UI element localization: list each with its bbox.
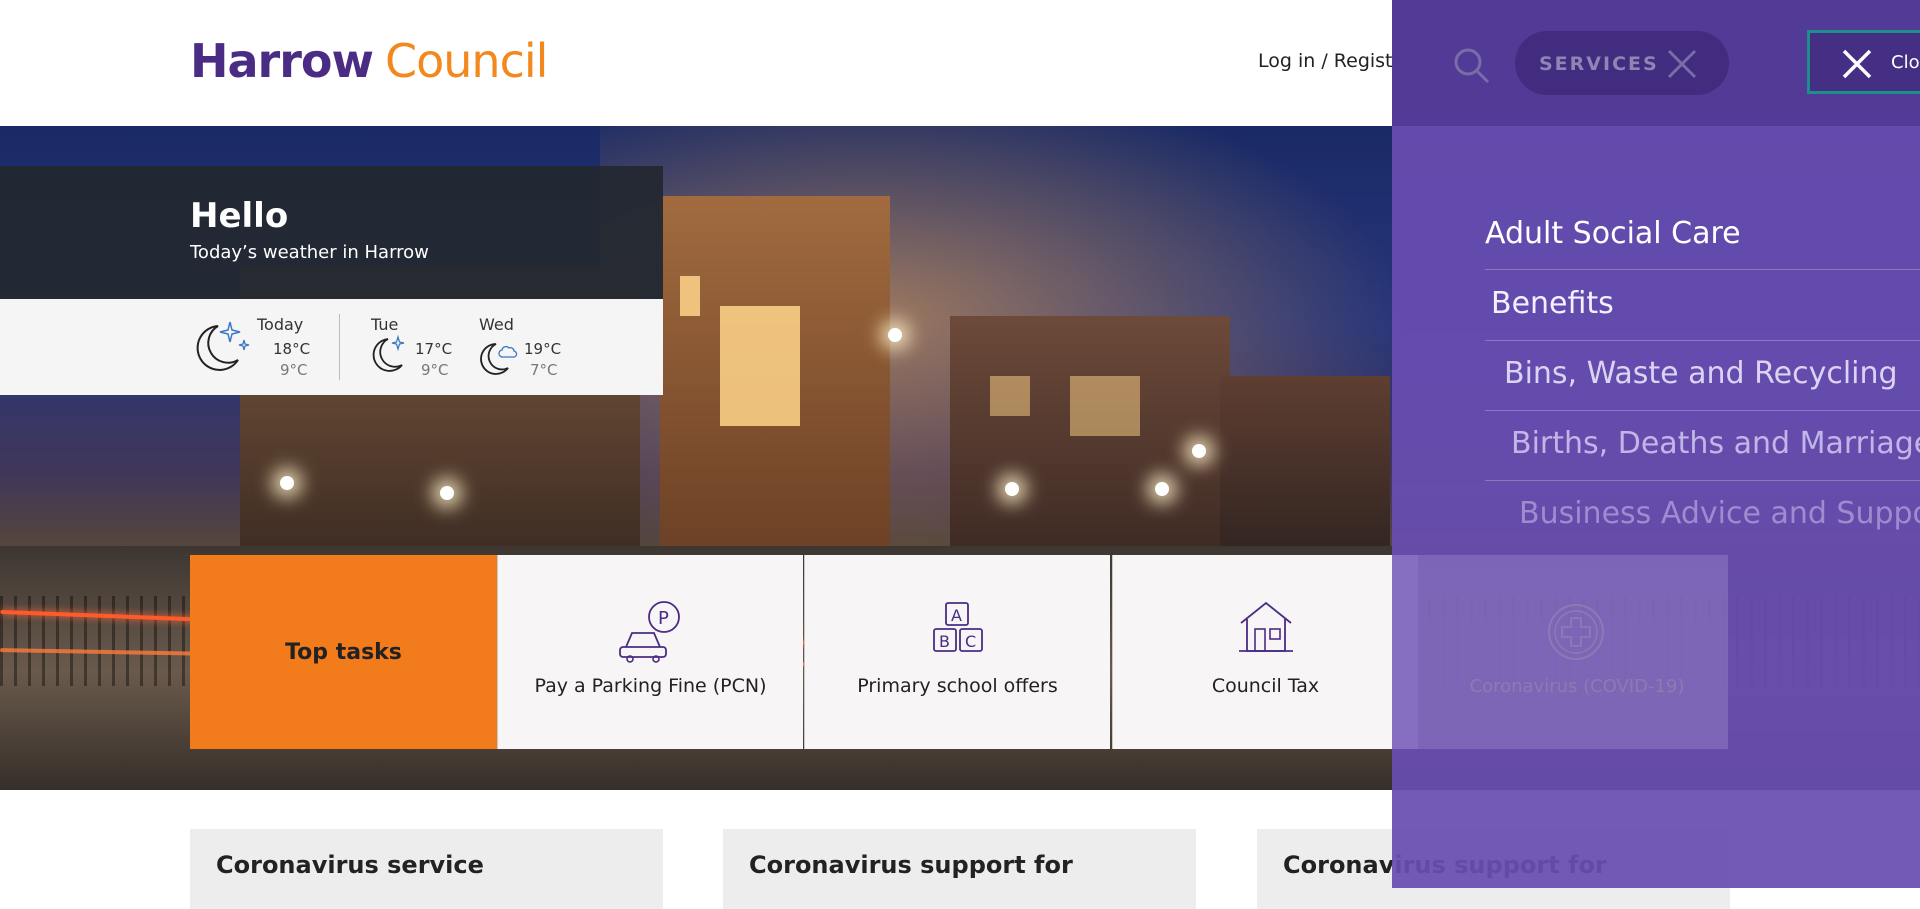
house-icon (1238, 601, 1293, 652)
service-divider (1485, 269, 1920, 270)
svg-text:A: A (951, 606, 962, 625)
task-label: Primary school offers (857, 675, 1058, 697)
street-light (1005, 482, 1019, 496)
greeting-panel (0, 166, 663, 299)
greeting-title: Hello (190, 196, 289, 236)
street-light (440, 486, 454, 500)
service-divider (1485, 410, 1920, 411)
street-light (888, 328, 902, 342)
task-pay-parking-fine[interactable]: P Pay a Parking Fine (PCN) (497, 555, 803, 749)
street-light (1155, 482, 1169, 496)
services-button-label: SERVICES (1539, 53, 1659, 75)
hero-window (1070, 376, 1140, 436)
task-council-tax[interactable]: Council Tax (1112, 555, 1418, 749)
search-icon[interactable] (1452, 46, 1492, 86)
weather-low-tue: 9°C (421, 361, 449, 379)
hero-window (990, 376, 1030, 416)
card-title: Coronavirus service (216, 851, 484, 879)
svg-text:P: P (658, 608, 669, 629)
task-label: Council Tax (1211, 675, 1320, 697)
svg-text:B: B (939, 632, 950, 651)
weather-day-wed: Wed (479, 315, 514, 334)
weather-day-today: Today (257, 315, 304, 334)
weather-high-today: 18°C (273, 340, 311, 358)
hero-building-main (660, 196, 890, 566)
abc-blocks-icon: A B C (932, 602, 983, 652)
service-bins-waste-recycling[interactable]: Bins, Waste and Recycling (1504, 356, 1898, 391)
weather-high-wed: 19°C (524, 340, 562, 358)
card-coronavirus-support-1[interactable]: Coronavirus support for (723, 829, 1196, 909)
harrow-council-logo[interactable]: Harrow Council (190, 34, 548, 88)
service-births-deaths-marriages[interactable]: Births, Deaths and Marriage (1511, 426, 1920, 461)
logo-council-text: Council (385, 34, 548, 88)
svg-text:C: C (965, 632, 976, 651)
task-label: Pay a Parking Fine (PCN) (534, 675, 767, 697)
moon-stars-icon (372, 334, 405, 372)
medical-cross-icon (1548, 604, 1604, 660)
parking-car-icon: P (618, 601, 680, 663)
top-tasks-label: Top tasks (285, 639, 402, 665)
weather-low-today: 9°C (280, 361, 308, 379)
weather-divider (339, 314, 340, 380)
card-title: Coronavirus support for (749, 851, 1073, 879)
service-adult-social-care[interactable]: Adult Social Care (1485, 216, 1741, 251)
hero-window (680, 276, 700, 316)
weather-low-wed: 7°C (530, 361, 558, 379)
moon-cloud-icon (480, 343, 518, 375)
logo-harrow-text: Harrow (190, 34, 374, 88)
close-menu-label: Clo (1891, 52, 1920, 73)
street-light (1192, 444, 1206, 458)
service-divider (1485, 480, 1920, 481)
hero-building-far (1220, 376, 1390, 566)
street-light (280, 476, 294, 490)
weather-high-tue: 17°C (415, 340, 453, 358)
close-icon (1667, 49, 1697, 79)
hero-window (720, 306, 800, 426)
moon-stars-icon (196, 321, 250, 371)
task-label: Coronavirus (COVID-19) (1469, 676, 1685, 697)
task-primary-school-offers[interactable]: A B C Primary school offers (804, 555, 1110, 749)
weather-panel (0, 299, 663, 395)
top-tasks-heading: Top tasks (190, 555, 497, 749)
weather-day-tue: Tue (371, 315, 399, 334)
card-coronavirus-service[interactable]: Coronavirus service (190, 829, 663, 909)
login-register-link[interactable]: Log in / Registe (1258, 50, 1404, 72)
hero-building-right (950, 316, 1230, 556)
service-benefits[interactable]: Benefits (1491, 286, 1614, 321)
close-icon (1842, 49, 1872, 79)
service-business-advice[interactable]: Business Advice and Suppo (1519, 496, 1920, 531)
service-divider (1485, 340, 1920, 341)
greeting-subtitle: Today’s weather in Harrow (190, 242, 429, 263)
